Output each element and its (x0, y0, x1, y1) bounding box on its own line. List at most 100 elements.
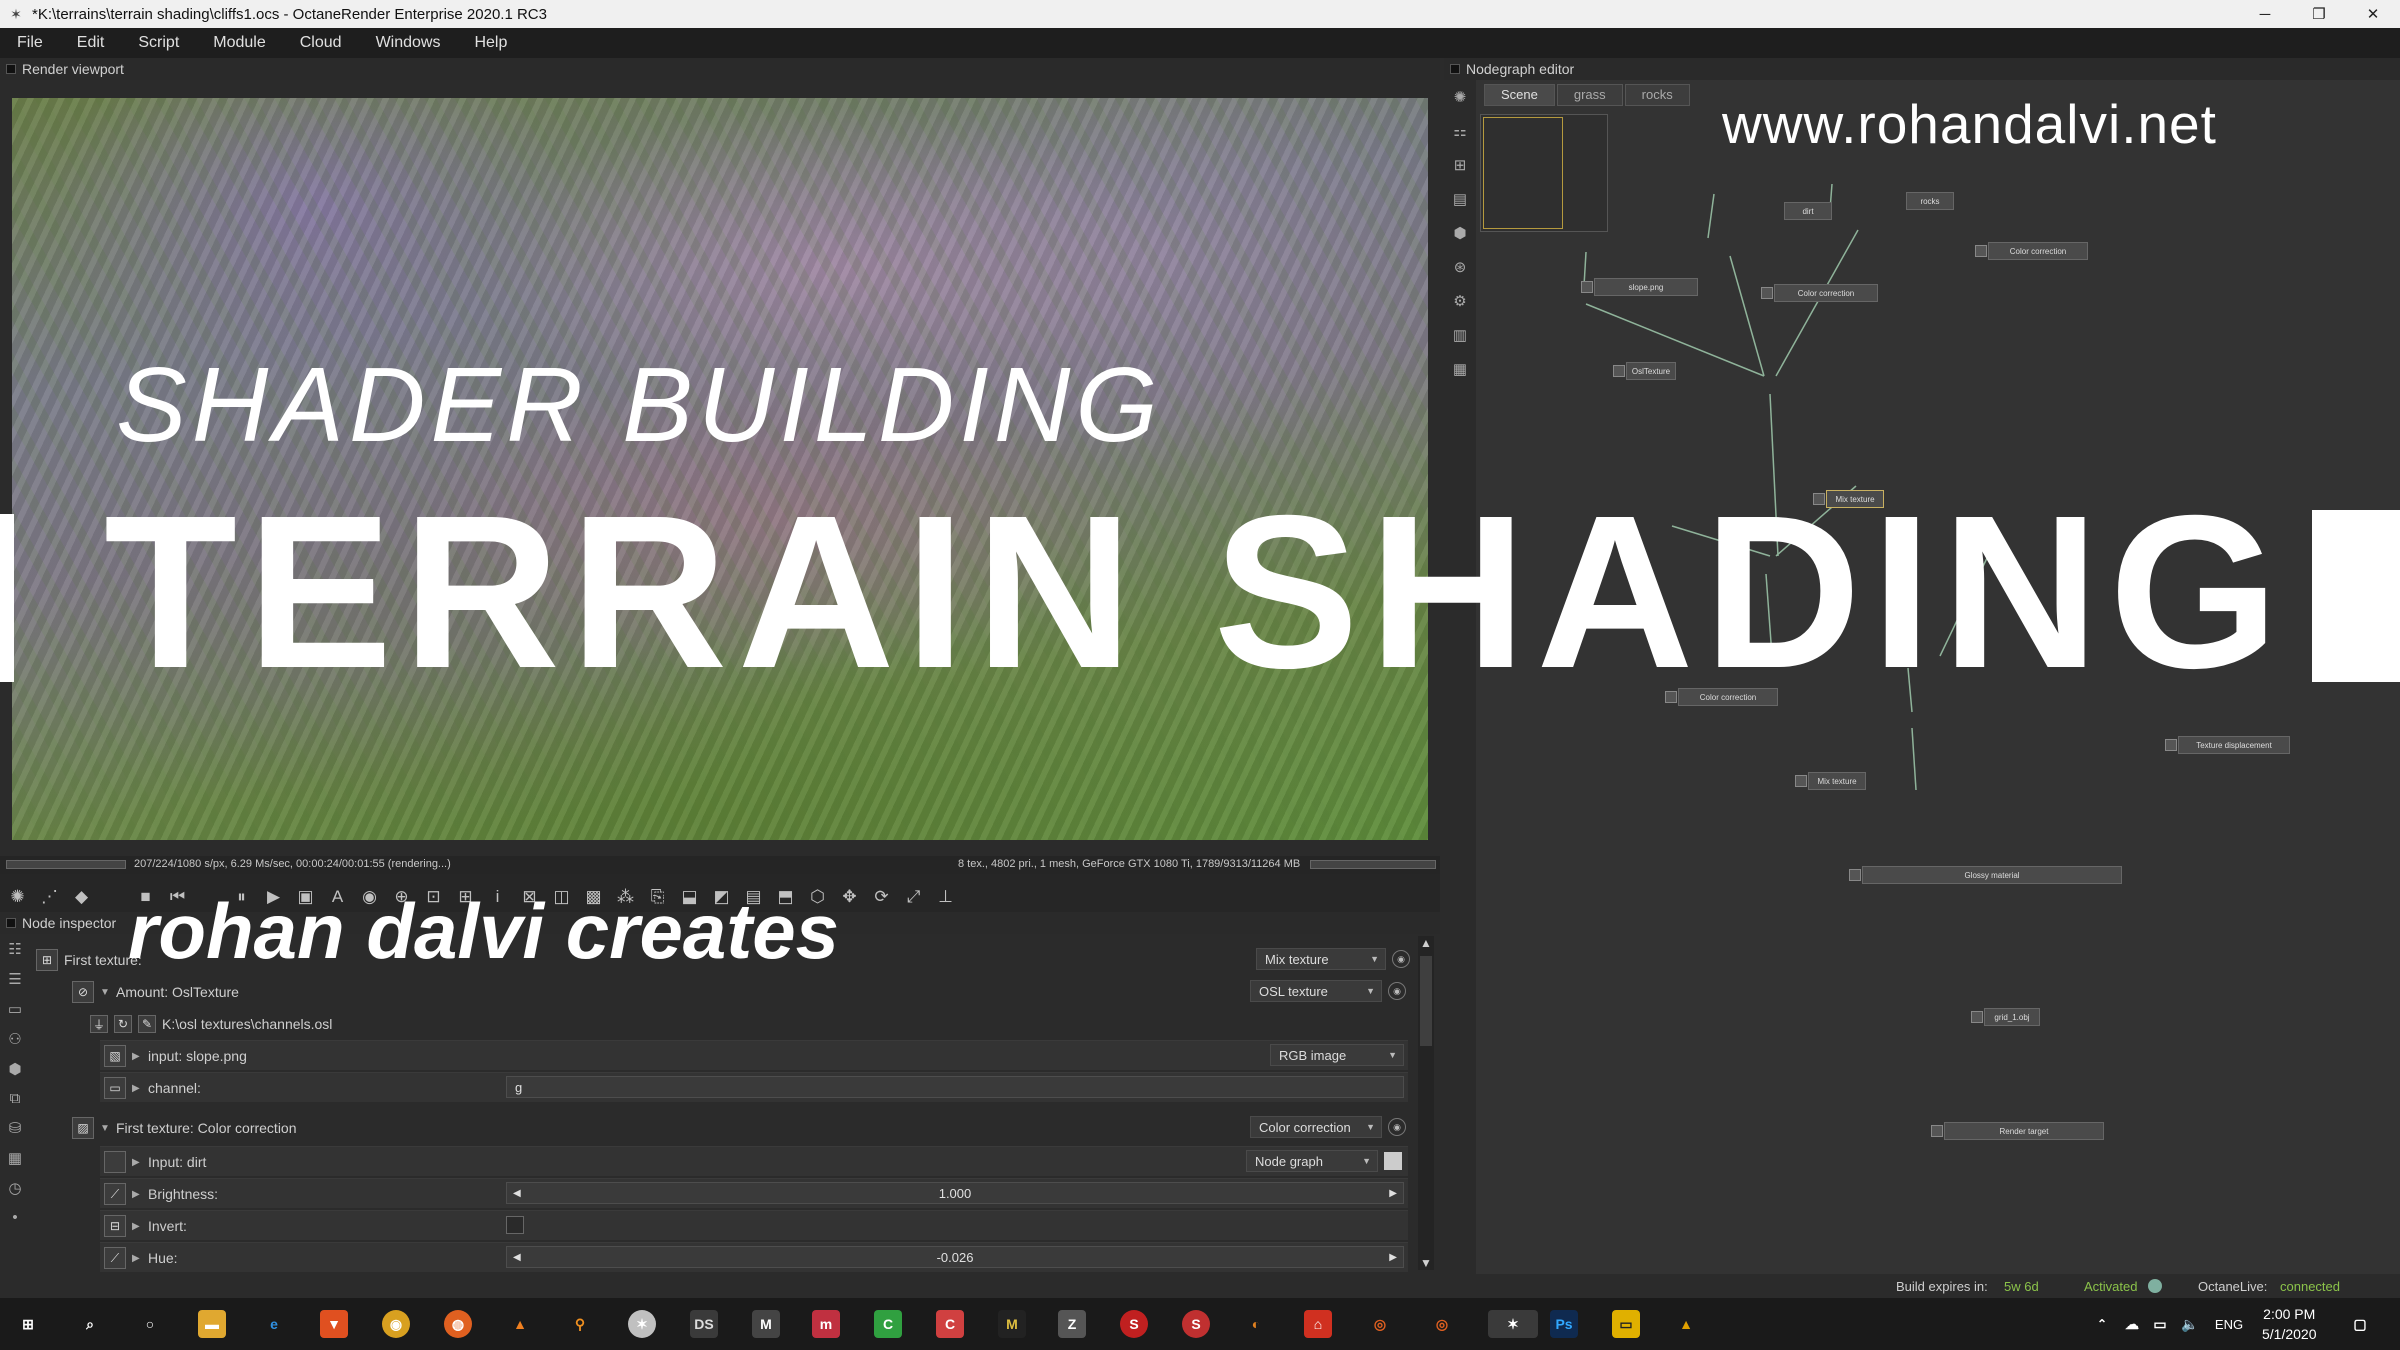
monitor-icon[interactable]: ▭ (8, 1000, 22, 1018)
node-glossy-material[interactable]: Glossy material (1849, 866, 2122, 884)
vlc-icon[interactable]: ▲ (506, 1310, 534, 1338)
material-icon[interactable]: ⬢ (1453, 224, 1466, 242)
increment-arrow-icon[interactable]: ▶ (1389, 1188, 1397, 1199)
menu-file[interactable]: File (0, 34, 60, 52)
photoshop-icon[interactable]: Ps (1550, 1310, 1578, 1338)
octane-logo-icon[interactable]: ✺ (6, 887, 29, 907)
blender-icon[interactable]: ◐ (1242, 1310, 1270, 1338)
expand-arrow-icon[interactable]: ▶ (132, 1083, 148, 1094)
hue-slider[interactable]: ◀ -0.026 ▶ (506, 1246, 1404, 1268)
firefox-icon[interactable]: ◍ (444, 1310, 472, 1338)
mudbox-icon[interactable]: M (998, 1310, 1026, 1338)
node-render-target[interactable]: Render target (1931, 1122, 2104, 1140)
scroll-thumb[interactable] (1420, 956, 1432, 1046)
ds-app-icon[interactable]: DS (690, 1310, 718, 1338)
tab-rocks[interactable]: rocks (1624, 84, 1690, 106)
pin-icon[interactable]: ⋰ (38, 887, 61, 907)
nodes-icon[interactable]: ⚇ (8, 1030, 21, 1048)
grid-icon[interactable]: ⊞ (1454, 156, 1467, 174)
substance-designer-icon[interactable]: S (1120, 1310, 1148, 1338)
table-icon[interactable]: ▦ (1453, 360, 1467, 378)
node-texture-displacement[interactable]: Texture displacement (2165, 736, 2290, 754)
node-tree-icon[interactable]: ⚏ (1453, 122, 1466, 140)
expand-arrow-icon[interactable]: ▶ (132, 1051, 148, 1062)
node-rocks[interactable]: rocks (1906, 192, 1954, 210)
first-texture-type-dropdown[interactable]: Mix texture ▼ (1256, 948, 1386, 970)
tree-icon[interactable]: ☷ (8, 940, 21, 958)
rotate-icon[interactable]: ⟳ (870, 887, 893, 907)
marmoset-icon[interactable]: M (752, 1310, 780, 1338)
cc-input-type-dropdown[interactable]: Node graph ▼ (1246, 1150, 1378, 1172)
visibility-eye-icon[interactable]: ◉ (1388, 1118, 1406, 1136)
expand-arrow-icon[interactable]: ▶ (132, 1157, 148, 1168)
green-c-app-icon[interactable]: C (874, 1310, 902, 1338)
warning-app-icon[interactable]: ▲ (1672, 1310, 1700, 1338)
amount-type-dropdown[interactable]: OSL texture ▼ (1250, 980, 1382, 1002)
channel-field[interactable]: g (506, 1076, 1404, 1098)
search-tool-icon[interactable]: ⚲ (566, 1310, 594, 1338)
decrement-arrow-icon[interactable]: ◀ (513, 1188, 521, 1199)
amount-row[interactable]: ⊘ ▼ Amount: OslTexture (72, 978, 1412, 1006)
houdini-icon[interactable]: ◎ (1366, 1310, 1394, 1338)
octane-taskbar-icon[interactable]: ✶ (628, 1310, 656, 1338)
increment-arrow-icon[interactable]: ▶ (1389, 1252, 1397, 1263)
language-indicator[interactable]: ENG (2212, 1310, 2246, 1338)
node-osltexture[interactable]: OslTexture (1613, 362, 1676, 380)
input-row[interactable]: ▧ ▶ input: slope.png (104, 1042, 804, 1070)
volume-icon[interactable]: 🔈 (2176, 1310, 2204, 1338)
menu-module[interactable]: Module (196, 34, 282, 52)
reload-icon[interactable]: ↻ (114, 1015, 132, 1033)
color-correction-type-dropdown[interactable]: Color correction ▼ (1250, 1116, 1382, 1138)
network-icon[interactable]: ▭ (2146, 1310, 2174, 1338)
visibility-eye-icon[interactable]: ◉ (1392, 950, 1410, 968)
node-mix-texture-2[interactable]: Mix texture (1795, 772, 1866, 790)
brightness-slider[interactable]: ◀ 1.000 ▶ (506, 1182, 1404, 1204)
onedrive-icon[interactable]: ☁ (2118, 1310, 2146, 1338)
tray-chevron-icon[interactable]: ⌃ (2088, 1310, 2116, 1338)
inspector-scrollbar[interactable]: ▲ ▼ (1418, 936, 1434, 1270)
tab-scene[interactable]: Scene (1484, 84, 1555, 106)
m-app-icon[interactable]: m (812, 1310, 840, 1338)
windows-start-icon[interactable]: ⊞ (14, 1310, 42, 1338)
menu-cloud[interactable]: Cloud (283, 34, 359, 52)
expand-arrow-icon[interactable]: ▶ (132, 1189, 148, 1200)
close-button[interactable]: ✕ (2346, 0, 2400, 28)
decrement-arrow-icon[interactable]: ◀ (513, 1252, 521, 1263)
color-correction-row[interactable]: ▨ ▼ First texture: Color correction (72, 1114, 872, 1142)
zbrush-icon[interactable]: Z (1058, 1310, 1086, 1338)
dot-icon[interactable]: • (12, 1209, 17, 1226)
node-dirt[interactable]: dirt (1784, 202, 1832, 220)
panel-handle-icon[interactable] (1450, 64, 1460, 74)
visibility-eye-icon[interactable]: ◉ (1388, 982, 1406, 1000)
cube-color-icon[interactable]: ◆ (70, 887, 93, 907)
office-icon[interactable]: ⌂ (1304, 1310, 1332, 1338)
fullscreen-icon[interactable]: ⤢ (902, 887, 925, 907)
houdini-fx-icon[interactable]: ◎ (1428, 1310, 1456, 1338)
cortana-icon[interactable]: ○ (136, 1310, 164, 1338)
filter-icon[interactable]: ⏚ (90, 1015, 108, 1033)
node-color-correction-2[interactable]: Color correction (1975, 242, 2088, 260)
menu-help[interactable]: Help (457, 34, 524, 52)
panel-handle-icon[interactable] (6, 64, 16, 74)
cube-icon[interactable]: ⬢ (8, 1060, 21, 1078)
scroll-down-icon[interactable]: ▼ (1420, 1256, 1432, 1270)
expand-arrow-icon[interactable]: ▶ (132, 1221, 148, 1232)
media-player-icon[interactable]: ▭ (1612, 1310, 1640, 1338)
edge-icon[interactable]: e (260, 1310, 288, 1338)
list-icon[interactable]: ☰ (8, 970, 21, 988)
bar-chart-icon[interactable]: ▥ (1453, 326, 1467, 344)
bucket-icon[interactable]: ⛁ (9, 1119, 22, 1137)
geometry-icon[interactable]: ▤ (1453, 190, 1467, 208)
panel-handle-icon[interactable] (6, 918, 16, 928)
camera-icon[interactable]: ⚙ (1453, 292, 1466, 310)
node-slope-png[interactable]: slope.png (1581, 278, 1698, 296)
move-icon[interactable]: ✥ (838, 887, 861, 907)
node-color-correction-1[interactable]: Color correction (1761, 284, 1878, 302)
node-grid-obj[interactable]: grid_1.obj (1971, 1008, 2040, 1026)
octane-logo-icon[interactable]: ✺ (1454, 88, 1467, 106)
expand-arrow-icon[interactable]: ▶ (132, 1253, 148, 1264)
render-image[interactable] (12, 98, 1428, 840)
collapse-arrow-icon[interactable]: ▼ (100, 1123, 116, 1134)
file-explorer-icon[interactable]: ▬ (198, 1310, 226, 1338)
chrome-icon[interactable]: ◉ (382, 1310, 410, 1338)
